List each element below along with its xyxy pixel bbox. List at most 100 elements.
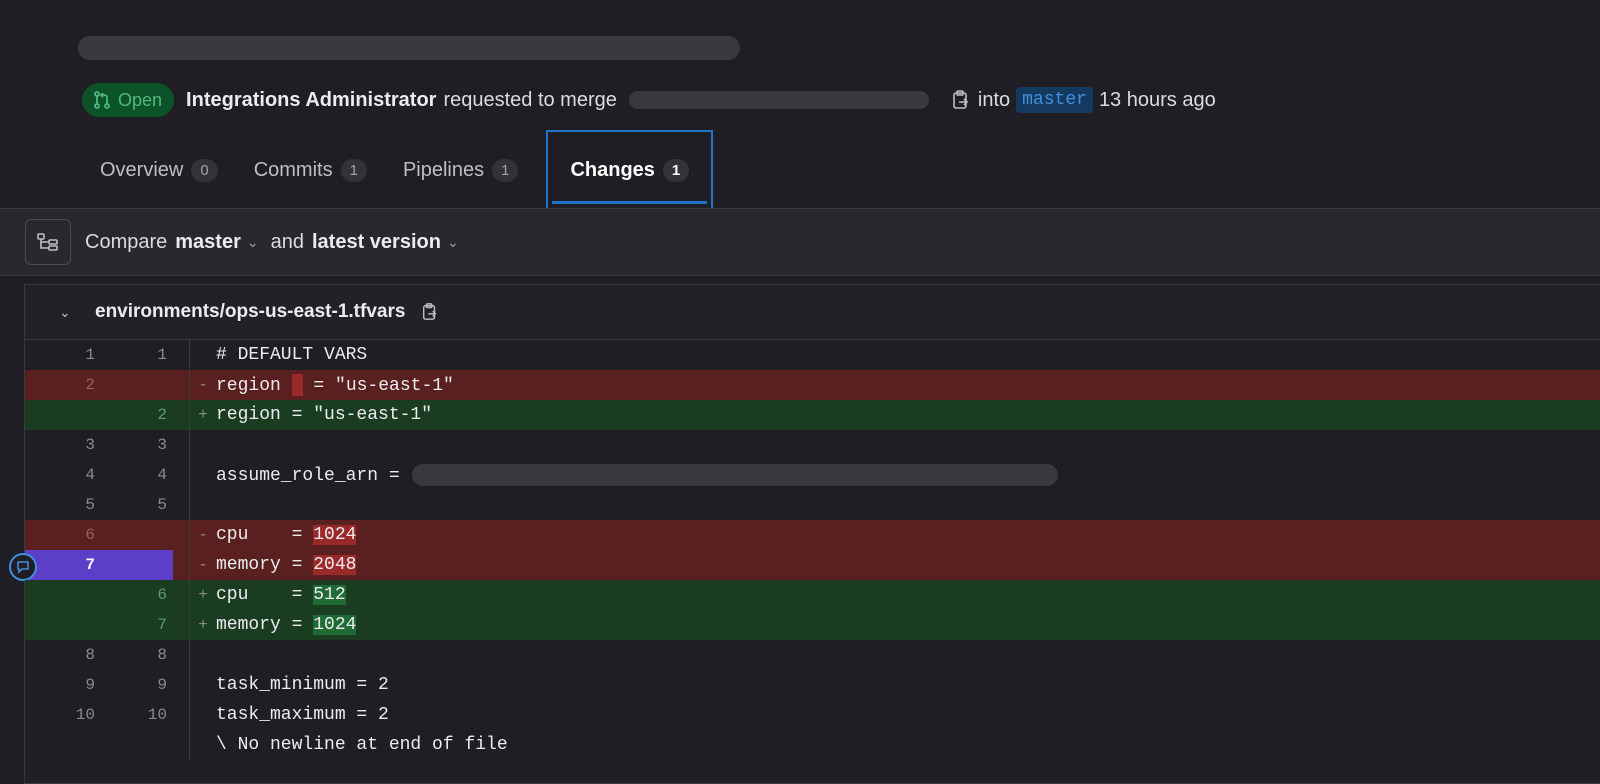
- new-line-number[interactable]: 4: [95, 466, 167, 484]
- diff-line[interactable]: 7- memory = 2048: [9, 550, 1600, 581]
- old-line-number[interactable]: 3: [25, 436, 95, 454]
- merge-request-tabs: Overview 0 Commits 1 Pipelines 1 Changes…: [82, 130, 714, 210]
- code-content: cpu = 1024: [216, 525, 357, 545]
- old-line-number[interactable]: 10: [25, 706, 95, 724]
- diff-line[interactable]: 7 + memory = 1024: [25, 610, 1600, 640]
- diff-line[interactable]: 2 + region = "us-east-1": [25, 400, 1600, 430]
- changed-value-highlight: 512: [313, 585, 346, 605]
- diff-sign: +: [198, 616, 208, 634]
- new-line-number[interactable]: 3: [95, 436, 167, 454]
- tab-count: 1: [492, 158, 519, 182]
- tab-changes[interactable]: Changes 1: [546, 130, 714, 210]
- new-line-number[interactable]: 1: [95, 346, 167, 364]
- code-content: memory = 1024: [216, 615, 357, 635]
- chevron-down-icon: ⌄: [446, 233, 459, 250]
- source-branch-redacted: [628, 91, 929, 109]
- add-comment-icon[interactable]: [9, 553, 37, 581]
- tab-overview[interactable]: Overview 0: [82, 130, 236, 210]
- old-line-number[interactable]: 8: [25, 646, 95, 664]
- code-content: region = "us-east-1": [216, 374, 454, 396]
- copy-file-path-icon[interactable]: [421, 302, 439, 322]
- code-content: assume_role_arn =: [216, 464, 1058, 486]
- diff-sign: +: [198, 406, 208, 424]
- tab-pipelines[interactable]: Pipelines 1: [385, 130, 537, 210]
- changed-value-highlight: 1024: [313, 615, 357, 635]
- base-version-label: master: [175, 230, 241, 253]
- diff-sign: -: [198, 526, 208, 544]
- file-path[interactable]: environments/ops-us-east-1.tfvars: [95, 301, 405, 323]
- gutter-divider: [189, 730, 190, 760]
- tab-label: Changes: [570, 158, 655, 181]
- tab-label: Commits: [253, 158, 333, 181]
- status-badge-label: Open: [118, 89, 163, 110]
- old-line-number[interactable]: 9: [25, 676, 95, 694]
- code-content: \ No newline at end of file: [216, 735, 508, 755]
- code-content: region = "us-east-1": [216, 405, 433, 425]
- old-line-number[interactable]: 4: [25, 466, 95, 484]
- code-text: cpu =: [216, 525, 314, 545]
- file-tree-icon: [37, 233, 58, 251]
- merge-request-title-redacted: [78, 36, 740, 60]
- chevron-down-icon: ⌄: [246, 233, 259, 250]
- and-text: and: [270, 230, 304, 253]
- collapse-file-chevron-icon[interactable]: ⌄: [59, 304, 73, 321]
- changed-value-highlight: 1024: [313, 525, 357, 545]
- code-text: memory =: [216, 615, 314, 635]
- target-branch-link[interactable]: master: [1016, 87, 1093, 113]
- copy-branch-icon[interactable]: [951, 89, 971, 111]
- head-version-dropdown[interactable]: latest version ⌄: [312, 231, 459, 254]
- compare-label: Compare: [85, 230, 168, 253]
- diff-line[interactable]: 1 1 # DEFAULT VARS: [25, 340, 1600, 370]
- new-line-number[interactable]: 8: [95, 646, 167, 664]
- diff-lines: 1 1 # DEFAULT VARS 2- region = "us-east-1" 2 +…: [9, 340, 1600, 760]
- changed-value-highlight: 2048: [313, 555, 357, 575]
- gutter-divider: [189, 430, 190, 460]
- time-ago: 13 hours ago: [1098, 88, 1216, 111]
- merge-request-icon: [94, 91, 110, 109]
- new-line-number[interactable]: 5: [95, 496, 167, 514]
- code-text: memory =: [216, 555, 314, 575]
- merge-request-meta: Open Integrations Administrator requeste…: [82, 82, 1216, 118]
- tab-label: Pipelines: [402, 158, 485, 181]
- diff-line[interactable]: 88: [25, 640, 1600, 670]
- diff-line[interactable]: 10 10 task_maximum = 2: [25, 700, 1600, 730]
- diff-line[interactable]: 2 - region = "us-east-1": [25, 370, 1600, 400]
- code-content: cpu = 512: [216, 585, 346, 605]
- old-line-number[interactable]: 1: [25, 346, 95, 364]
- diff-line[interactable]: 6 - cpu = 1024: [25, 520, 1600, 550]
- author-link[interactable]: Integrations Administrator: [186, 89, 436, 112]
- diff-line[interactable]: 55: [25, 490, 1600, 520]
- old-line-number[interactable]: 6: [25, 526, 95, 544]
- gutter-divider: [189, 670, 190, 700]
- diff-line[interactable]: 33: [25, 430, 1600, 460]
- code-text: = "us-east-1": [302, 375, 454, 396]
- new-line-number[interactable]: 7: [95, 616, 167, 634]
- new-line-number[interactable]: 6: [95, 586, 167, 604]
- old-line-number[interactable]: 5: [25, 496, 95, 514]
- compare-bar: Compare master ⌄ and latest version ⌄: [0, 208, 1600, 276]
- gutter-divider: [189, 490, 190, 520]
- diff-line[interactable]: 4 4 assume_role_arn =: [25, 460, 1600, 490]
- diff-line[interactable]: \ No newline at end of file: [25, 730, 1600, 760]
- tab-count: 1: [662, 158, 690, 182]
- gutter-divider: [189, 640, 190, 670]
- file-tree-toggle-button[interactable]: [25, 219, 71, 265]
- new-line-number[interactable]: 2: [95, 406, 167, 424]
- action-text: requested to merge: [443, 88, 617, 111]
- code-content: task_minimum = 2: [216, 675, 389, 695]
- code-content: task_maximum = 2: [216, 705, 389, 725]
- tab-count: 1: [340, 158, 367, 182]
- tab-count: 0: [191, 158, 218, 182]
- old-line-number[interactable]: 2: [25, 376, 95, 394]
- into-text: into: [977, 88, 1011, 111]
- tab-commits[interactable]: Commits 1: [236, 130, 385, 210]
- base-version-dropdown[interactable]: master ⌄: [175, 231, 258, 254]
- diff-line[interactable]: 9 9 task_minimum = 2: [25, 670, 1600, 700]
- code-content: # DEFAULT VARS: [216, 345, 368, 365]
- gutter-divider: [189, 460, 190, 490]
- diff-line[interactable]: 6 + cpu = 512: [25, 580, 1600, 610]
- new-line-number[interactable]: 9: [95, 676, 167, 694]
- new-line-number[interactable]: 10: [95, 706, 167, 724]
- diff-file: ⌄ environments/ops-us-east-1.tfvars 1 1 # …: [9, 284, 1600, 784]
- code-text: cpu =: [216, 585, 314, 605]
